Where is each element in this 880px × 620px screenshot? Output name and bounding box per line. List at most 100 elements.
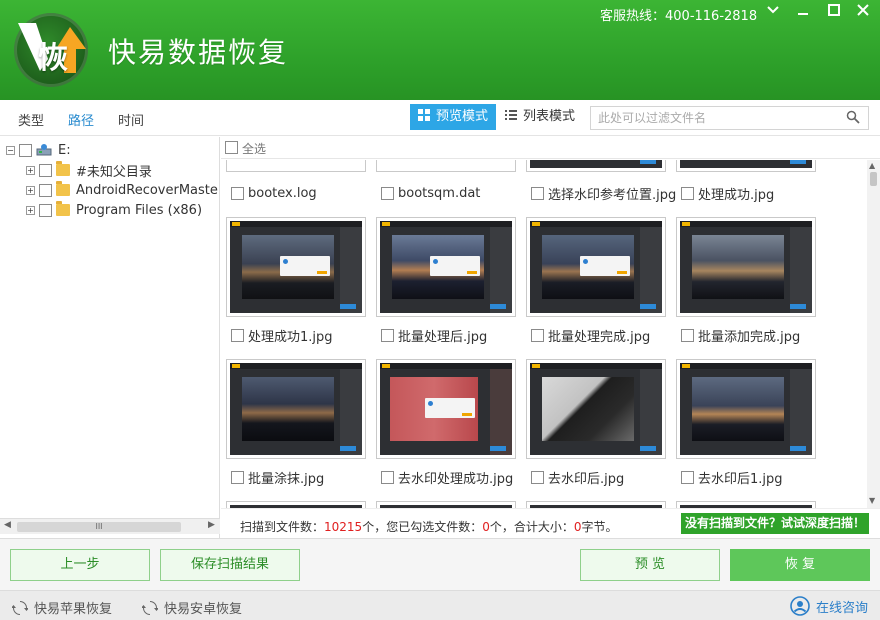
preview-button[interactable]: 预 览	[580, 549, 720, 581]
file-name: 批量处理完成.jpg	[548, 326, 650, 345]
preview-mode-button[interactable]: 预览模式	[410, 104, 496, 130]
file-checkbox[interactable]	[231, 187, 244, 200]
scroll-thumb[interactable]	[870, 172, 877, 186]
scan-summary: 扫描到文件数：10215个，您已勾选文件数：0个，合计大小：0字节。	[240, 518, 618, 535]
file-item[interactable]: 去水印处理成功.jpg	[381, 468, 513, 486]
thumbnail[interactable]	[676, 501, 816, 508]
tree-root[interactable]: − E:	[6, 140, 71, 160]
maximize-icon[interactable]	[823, 2, 845, 22]
file-checkbox[interactable]	[231, 329, 244, 342]
thumbnail[interactable]	[676, 160, 816, 172]
tree-item-unknown-parent[interactable]: + #未知父目录	[26, 160, 152, 180]
recycle-icon	[12, 600, 28, 616]
recover-button[interactable]: 恢 复	[730, 549, 870, 581]
thumbnail[interactable]	[376, 217, 516, 317]
grid-vertical-scrollbar[interactable]: ▲ ▼	[867, 160, 880, 508]
thumbnail[interactable]	[526, 160, 666, 172]
thumbnail[interactable]	[226, 160, 366, 172]
file-item[interactable]: 处理成功1.jpg	[231, 326, 333, 344]
thumbnail[interactable]	[526, 217, 666, 317]
deep-scan-button[interactable]: 没有扫描到文件？试试深度扫描！	[681, 513, 869, 534]
scroll-thumb[interactable]: III	[17, 522, 181, 532]
thumbnail[interactable]	[376, 501, 516, 508]
collapse-icon[interactable]: −	[6, 146, 15, 155]
expand-icon[interactable]: +	[26, 206, 35, 215]
thumbnail[interactable]	[226, 217, 366, 317]
thumbnail[interactable]	[676, 217, 816, 317]
expand-icon[interactable]: +	[26, 186, 35, 195]
file-checkbox[interactable]	[231, 471, 244, 484]
list-icon	[505, 104, 517, 130]
thumbnail[interactable]	[226, 501, 366, 508]
file-checkbox[interactable]	[381, 471, 394, 484]
file-checkbox[interactable]	[381, 329, 394, 342]
tree-horizontal-scrollbar[interactable]: ◀ III ▶	[0, 518, 220, 534]
tree-item-program-files[interactable]: + Program Files (x86)	[26, 200, 202, 220]
tree-item-checkbox[interactable]	[39, 204, 52, 217]
select-all-label: 全选	[242, 140, 266, 157]
file-item[interactable]: 批量处理后.jpg	[381, 326, 487, 344]
file-item[interactable]: bootsqm.dat	[381, 184, 480, 202]
scroll-up-icon[interactable]: ▲	[869, 161, 875, 170]
chevron-down-icon[interactable]	[762, 2, 784, 22]
thumbnail[interactable]	[376, 359, 516, 459]
summary-mid1: 个，您已勾选文件数：	[362, 520, 482, 534]
file-checkbox[interactable]	[681, 471, 694, 484]
file-name: 批量处理后.jpg	[398, 326, 487, 345]
filter-input[interactable]	[591, 107, 831, 129]
thumbnail[interactable]	[676, 359, 816, 459]
tree-root-checkbox[interactable]	[19, 144, 32, 157]
apple-recovery-link[interactable]: 快易苹果恢复	[12, 598, 112, 617]
android-recovery-link[interactable]: 快易安卓恢复	[142, 598, 242, 617]
list-mode-button[interactable]: 列表模式	[497, 104, 583, 130]
total-size: 0	[574, 520, 582, 534]
toolbar: 类型 路径 时间 预览模式 列表模式	[0, 100, 880, 136]
file-checkbox[interactable]	[681, 187, 694, 200]
file-item[interactable]: bootex.log	[231, 184, 317, 202]
file-checkbox[interactable]	[681, 329, 694, 342]
thumbnail-grid: bootex.log bootsqm.dat 选择水印参考位置.jpg 处理成功…	[221, 160, 866, 508]
thumbnail[interactable]	[376, 160, 516, 172]
tree-item-androidrecovermaster[interactable]: + AndroidRecoverMasterT	[26, 180, 220, 200]
minimize-icon[interactable]	[792, 2, 814, 22]
file-name: 去水印处理成功.jpg	[398, 468, 513, 487]
app-title: 快易数据恢复	[108, 31, 288, 71]
online-consult-link[interactable]: 在线咨询	[790, 596, 868, 616]
file-item[interactable]: 去水印后1.jpg	[681, 468, 783, 486]
tab-path[interactable]: 路径	[68, 110, 94, 129]
file-item[interactable]: 选择水印参考位置.jpg	[531, 184, 676, 202]
thumbnail[interactable]	[526, 501, 666, 508]
folder-icon	[56, 204, 70, 216]
file-checkbox[interactable]	[531, 187, 544, 200]
file-item[interactable]: 批量涂抹.jpg	[231, 468, 324, 486]
file-item[interactable]: 批量添加完成.jpg	[681, 326, 800, 344]
file-name: 处理成功.jpg	[698, 184, 774, 203]
tab-time[interactable]: 时间	[118, 110, 144, 129]
apple-recovery-label: 快易苹果恢复	[34, 598, 112, 617]
file-item[interactable]: 批量处理完成.jpg	[531, 326, 650, 344]
save-scan-button[interactable]: 保存扫描结果	[160, 549, 300, 581]
thumbnail[interactable]	[226, 359, 366, 459]
user-icon	[790, 596, 810, 616]
tab-type[interactable]: 类型	[18, 110, 44, 129]
scroll-down-icon[interactable]: ▼	[869, 496, 875, 505]
file-checkbox[interactable]	[531, 329, 544, 342]
tree-item-label: #未知父目录	[76, 161, 152, 180]
search-icon[interactable]	[846, 110, 860, 124]
close-icon[interactable]	[852, 2, 874, 22]
footer: 快易苹果恢复 快易安卓恢复 在线咨询	[0, 590, 880, 620]
scroll-right-icon[interactable]: ▶	[208, 520, 215, 530]
file-checkbox[interactable]	[381, 187, 394, 200]
scroll-left-icon[interactable]: ◀	[4, 520, 11, 530]
expand-icon[interactable]: +	[26, 166, 35, 175]
summary-mid2: 个，合计大小：	[490, 520, 574, 534]
prev-step-button[interactable]: 上一步	[10, 549, 150, 581]
summary-suffix: 字节。	[582, 520, 618, 534]
file-item[interactable]: 去水印后.jpg	[531, 468, 624, 486]
file-checkbox[interactable]	[531, 471, 544, 484]
tree-item-checkbox[interactable]	[39, 164, 52, 177]
thumbnail[interactable]	[526, 359, 666, 459]
tree-item-checkbox[interactable]	[39, 184, 52, 197]
select-all-checkbox[interactable]	[225, 141, 238, 154]
file-item[interactable]: 处理成功.jpg	[681, 184, 774, 202]
